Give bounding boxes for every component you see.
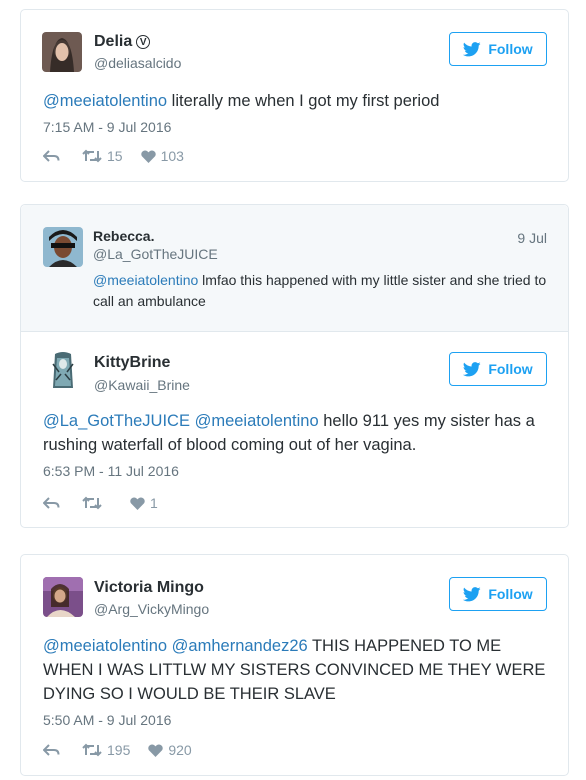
action-bar: 1 [43,495,176,511]
in-reply-to-tweet[interactable]: Rebecca. @La_GotTheJUICE 9 Jul @meeiatol… [21,205,568,332]
avatar-image [42,32,82,72]
mention-link[interactable]: @amhernandez26 [172,637,308,655]
timestamp[interactable]: 6:53 PM - 11 Jul 2016 [43,463,179,479]
tweet-body: literally me when I got my first period [167,92,440,110]
user-handle[interactable]: @Kawaii_Brine [94,377,190,393]
tweet-text: @La_GotTheJUICE @meeiatolentino hello 91… [43,409,546,457]
timestamp[interactable]: 5:50 AM - 9 Jul 2016 [43,712,171,728]
retweet-icon [82,496,102,510]
twitter-bird-icon [463,361,482,376]
avatar-image [43,577,83,617]
follow-button[interactable]: Follow [449,352,547,386]
twitter-bird-icon [463,41,482,56]
action-bar: 195 920 [43,742,210,758]
follow-button[interactable]: Follow [449,577,547,611]
tweet-text: @meeiatolentino @amhernandez26 THIS HAPP… [43,634,546,706]
follow-label: Follow [488,586,533,602]
retweet-count: 15 [107,148,123,164]
heart-icon [148,743,164,757]
tweet-card: Rebecca. @La_GotTheJUICE 9 Jul @meeiatol… [20,204,569,528]
reply-text: @meeiatolentino lmfao this happened with… [93,270,548,312]
mention-link[interactable]: @meeiatolentino [43,92,167,110]
user-handle[interactable]: @deliasalcido [94,55,181,71]
twitter-bird-icon [463,586,482,601]
retweet-button[interactable]: 15 [82,148,123,164]
mention-link[interactable]: @La_GotTheJUICE [43,412,190,430]
user-handle[interactable]: @Arg_VickyMingo [94,601,209,617]
follow-label: Follow [488,361,533,377]
mention-link[interactable]: @meeiatolentino [43,637,167,655]
mention-link[interactable]: @meeiatolentino [195,412,319,430]
like-count: 1 [150,495,158,511]
user-name-text[interactable]: Delia [94,33,132,50]
retweet-icon [82,149,102,163]
reply-icon [43,150,60,162]
avatar-image [43,350,83,390]
avatar[interactable] [43,577,83,617]
reply-icon [43,497,60,509]
like-count: 103 [160,148,184,164]
avatar[interactable] [43,227,83,267]
avatar[interactable] [42,32,82,72]
like-button[interactable]: 1 [130,495,158,511]
follow-label: Follow [488,41,533,57]
retweet-count: 195 [107,742,131,758]
tweet-card: Delia V @deliasalcido Follow @meeiatolent… [20,9,569,182]
verified-icon: V [136,35,151,49]
user-name[interactable]: Victoria Mingo [94,579,204,597]
reply-button[interactable] [43,150,60,162]
retweet-button[interactable] [82,496,102,510]
reply-button[interactable] [43,497,60,509]
reply-user-handle[interactable]: @La_GotTheJUICE [93,246,218,262]
reply-date[interactable]: 9 Jul [517,230,547,246]
retweet-button[interactable]: 195 [82,742,130,758]
like-button[interactable]: 920 [148,742,192,758]
avatar[interactable] [43,350,83,390]
timestamp[interactable]: 7:15 AM - 9 Jul 2016 [43,119,171,135]
heart-icon [140,149,156,163]
reply-user-name[interactable]: Rebecca. [93,228,154,244]
tweet-text: @meeiatolentino literally me when I got … [43,89,546,113]
tweet-card: Victoria Mingo @Arg_VickyMingo Follow @m… [20,554,569,776]
mention-link[interactable]: @meeiatolentino [93,272,198,288]
heart-icon [130,496,145,510]
reply-icon [43,744,60,756]
action-bar: 15 103 [43,148,202,164]
follow-button[interactable]: Follow [449,32,547,66]
retweet-icon [82,743,102,757]
reply-button[interactable] [43,744,60,756]
avatar-image [43,227,83,267]
like-button[interactable]: 103 [140,148,184,164]
user-name[interactable]: Delia V [94,33,151,51]
like-count: 920 [168,742,192,758]
user-name[interactable]: KittyBrine [94,354,170,372]
